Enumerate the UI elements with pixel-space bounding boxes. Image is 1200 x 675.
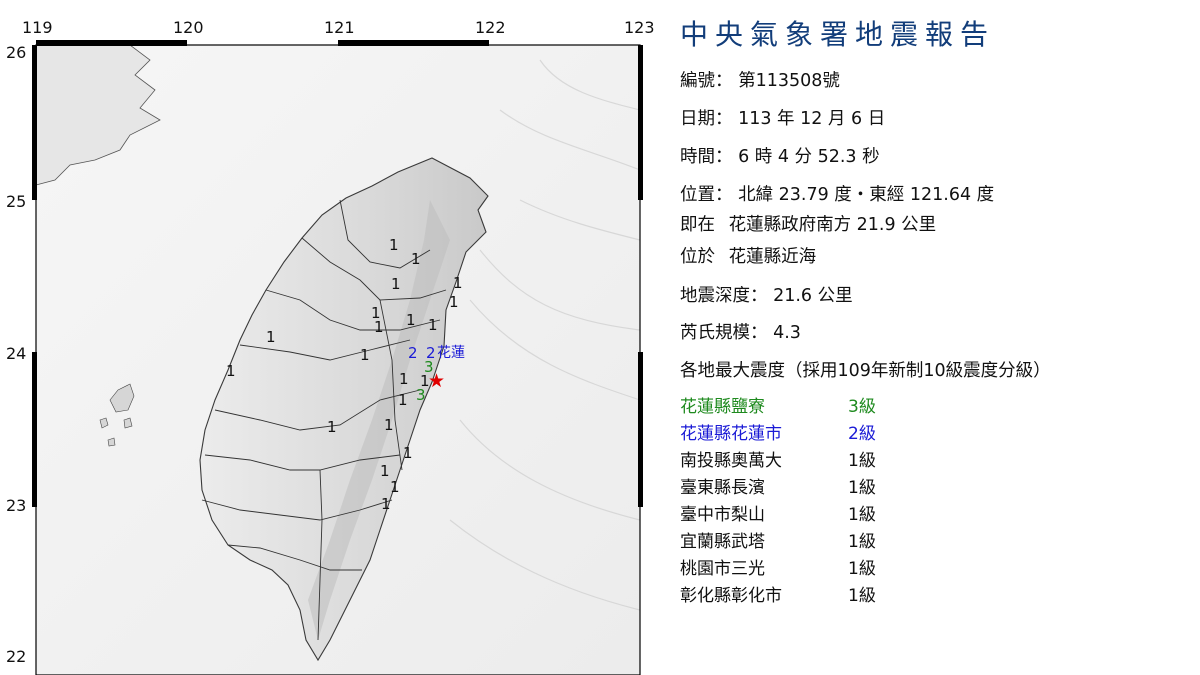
place-label-hualien: 花蓮 — [437, 345, 465, 361]
report-panel: 中央氣象署地震報告 編號： 第113508號 日期： 113 年 12 月 6 … — [680, 0, 1195, 675]
station-row: 花蓮縣花蓮市 2級 — [680, 423, 980, 450]
station-intensity-list: 花蓮縣鹽寮 3級 花蓮縣花蓮市 2級 南投縣奧萬大 1級 臺東縣長濱 1級 臺中… — [680, 396, 980, 612]
intensity-label: 1 — [380, 462, 390, 480]
intensity-label: 1 — [374, 318, 384, 336]
intensity-label: 1 — [384, 416, 394, 434]
relative-location-label: 即在 — [680, 215, 715, 235]
depth-value: 21.6 公里 — [773, 286, 853, 306]
station-row: 臺中市梨山 1級 — [680, 504, 980, 531]
magnitude-label: 芮氏規模： — [680, 323, 768, 343]
station-intensity: 1級 — [848, 478, 876, 498]
longitude-tick-119: 119 — [22, 18, 53, 37]
location-row: 位置： 北緯 23.79 度・東經 121.64 度 — [680, 184, 994, 206]
date-value: 113 年 12 月 6 日 — [738, 109, 886, 129]
report-number-label: 編號： — [680, 71, 733, 91]
region-label: 位於 — [680, 247, 715, 267]
station-intensity: 1級 — [848, 451, 876, 471]
intensity-label: 1 — [453, 274, 463, 292]
station-intensity: 1級 — [848, 505, 876, 525]
intensity-label: 1 — [226, 362, 236, 380]
location-label: 位置： — [680, 185, 733, 205]
depth-label: 地震深度： — [680, 286, 768, 306]
station-row: 臺東縣長濱 1級 — [680, 477, 980, 504]
intensity-label: 1 — [398, 391, 408, 409]
station-intensity: 1級 — [848, 559, 876, 579]
intensity-label: 1 — [360, 346, 370, 364]
region-value: 花蓮縣近海 — [728, 247, 817, 267]
station-name: 花蓮縣鹽寮 — [680, 397, 765, 417]
station-intensity: 1級 — [848, 586, 876, 606]
map-canvas — [32, 40, 643, 675]
time-row: 時間： 6 時 4 分 52.3 秒 — [680, 146, 880, 168]
latitude-tick-26: 26 — [6, 43, 27, 62]
magnitude-row: 芮氏規模： 4.3 — [680, 322, 801, 344]
latitude-tick-24: 24 — [6, 344, 27, 363]
station-intensity: 3級 — [848, 397, 876, 417]
time-label: 時間： — [680, 147, 733, 167]
time-value: 6 時 4 分 52.3 秒 — [738, 147, 880, 167]
report-number-row: 編號： 第113508號 — [680, 70, 840, 92]
magnitude-value: 4.3 — [773, 323, 801, 343]
intensity-label: 1 — [327, 418, 337, 436]
report-title: 中央氣象署地震報告 — [680, 18, 996, 51]
intensity-label: 1 — [411, 250, 421, 268]
relative-location-value: 花蓮縣政府南方 21.9 公里 — [728, 215, 937, 235]
latitude-tick-22: 22 — [6, 647, 27, 666]
station-row: 宜蘭縣武塔 1級 — [680, 531, 980, 558]
longitude-tick-120: 120 — [173, 18, 204, 37]
region-row: 位於 花蓮縣近海 — [680, 246, 816, 268]
intensity-label: 2 — [408, 344, 418, 362]
intensity-label: 1 — [403, 444, 413, 462]
relative-location-row: 即在 花蓮縣政府南方 21.9 公里 — [680, 214, 936, 236]
intensity-label: 1 — [389, 236, 399, 254]
intensity-label: 1 — [390, 478, 400, 496]
depth-row: 地震深度： 21.6 公里 — [680, 285, 853, 307]
station-name: 花蓮縣花蓮市 — [680, 424, 782, 444]
longitude-tick-123: 123 — [624, 18, 655, 37]
intensity-label: 1 — [266, 328, 276, 346]
latitude-tick-25: 25 — [6, 192, 27, 211]
station-name: 彰化縣彰化市 — [680, 586, 782, 606]
station-row: 彰化縣彰化市 1級 — [680, 585, 980, 612]
longitude-tick-121: 121 — [324, 18, 355, 37]
longitude-tick-122: 122 — [475, 18, 506, 37]
date-label: 日期： — [680, 109, 733, 129]
station-name: 桃園市三光 — [680, 559, 765, 579]
intensity-label: 1 — [381, 495, 391, 513]
date-row: 日期： 113 年 12 月 6 日 — [680, 108, 885, 130]
intensity-label: 3 — [416, 386, 426, 404]
station-row: 南投縣奧萬大 1級 — [680, 450, 980, 477]
report-number-value: 第113508號 — [738, 71, 840, 91]
earthquake-map: 119 120 121 122 123 26 25 24 23 22 1 1 1… — [0, 0, 660, 675]
intensity-label: 1 — [406, 311, 416, 329]
intensity-heading: 各地最大震度（採用109年新制10級震度分級） — [680, 361, 1051, 381]
intensity-label: 1 — [428, 316, 438, 334]
station-name: 宜蘭縣武塔 — [680, 532, 765, 552]
station-name: 臺東縣長濱 — [680, 478, 765, 498]
station-intensity: 2級 — [848, 424, 876, 444]
latitude-tick-23: 23 — [6, 496, 27, 515]
station-row: 花蓮縣鹽寮 3級 — [680, 396, 980, 423]
intensity-label: 1 — [399, 370, 409, 388]
station-name: 南投縣奧萬大 — [680, 451, 782, 471]
station-intensity: 1級 — [848, 532, 876, 552]
epicenter-star-icon: ★ — [428, 370, 446, 392]
station-name: 臺中市梨山 — [680, 505, 765, 525]
station-row: 桃園市三光 1級 — [680, 558, 980, 585]
intensity-label: 1 — [391, 275, 401, 293]
intensity-label: 1 — [449, 293, 459, 311]
location-value: 北緯 23.79 度・東經 121.64 度 — [738, 185, 995, 205]
